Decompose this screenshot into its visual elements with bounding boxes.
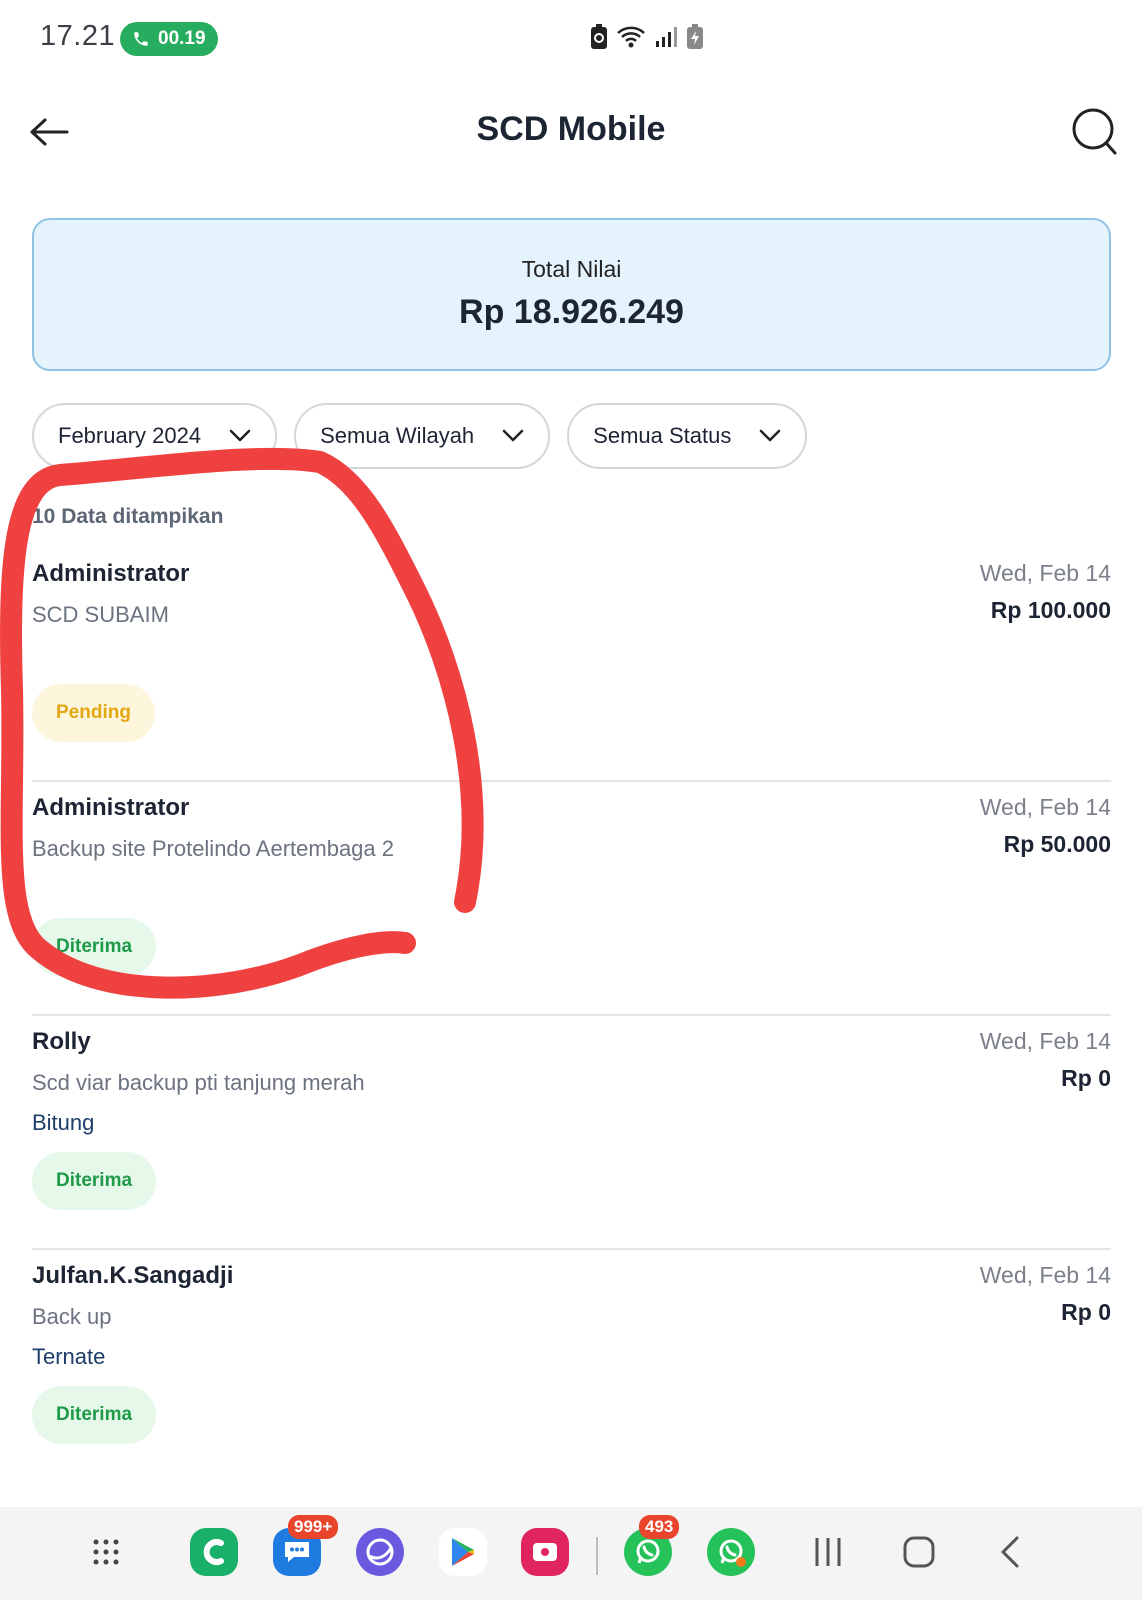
list-item[interactable]: Rolly Scd viar backup pti tanjung merah … bbox=[32, 1016, 1111, 1250]
transaction-list: Administrator SCD SUBAIM Wed, Feb 14 Rp … bbox=[32, 548, 1111, 1484]
list-item[interactable]: Administrator SCD SUBAIM Wed, Feb 14 Rp … bbox=[32, 548, 1111, 782]
status-badge: Pending bbox=[32, 684, 155, 742]
status-badge: Diterima bbox=[32, 918, 157, 976]
internet-browser-icon[interactable] bbox=[355, 1527, 405, 1577]
total-value-card: Total Nilai Rp 18.926.249 bbox=[32, 218, 1111, 371]
total-label: Total Nilai bbox=[521, 256, 622, 282]
result-count: 10 Data ditampikan bbox=[32, 505, 224, 528]
list-item[interactable]: Julfan.K.Sangadji Back up Ternate Wed, F… bbox=[32, 1250, 1111, 1484]
whatsapp-business-icon[interactable] bbox=[706, 1527, 756, 1577]
item-name: Administrator bbox=[32, 560, 190, 587]
item-date: Wed, Feb 14 bbox=[979, 1028, 1111, 1054]
item-date: Wed, Feb 14 bbox=[979, 794, 1111, 820]
chevron-down-icon bbox=[759, 429, 781, 443]
item-amount: Rp 100.000 bbox=[990, 597, 1111, 623]
item-amount: Rp 50.000 bbox=[1003, 831, 1111, 857]
item-description: Back up bbox=[32, 1304, 112, 1329]
messages-icon[interactable]: 999+ bbox=[272, 1515, 339, 1577]
battery-saver-icon bbox=[590, 24, 608, 50]
item-date: Wed, Feb 14 bbox=[979, 1262, 1111, 1288]
item-description: SCD SUBAIM bbox=[32, 602, 169, 627]
screen-recorder-icon[interactable] bbox=[520, 1527, 570, 1577]
status-bar: 17.21 00.19 bbox=[0, 0, 1142, 78]
filter-label: Semua Status bbox=[593, 423, 732, 448]
item-amount: Rp 0 bbox=[1061, 1299, 1111, 1325]
wifi-icon bbox=[616, 25, 646, 49]
region-filter-dropdown[interactable]: Semua Wilayah bbox=[294, 403, 551, 469]
status-badge: Diterima bbox=[32, 1386, 157, 1444]
item-region: Ternate bbox=[32, 1344, 106, 1369]
nav-back-button[interactable] bbox=[985, 1527, 1035, 1577]
chevron-down-icon bbox=[229, 429, 251, 443]
phone-icon bbox=[134, 32, 148, 46]
search-button[interactable] bbox=[1070, 106, 1120, 158]
item-description: Scd viar backup pti tanjung merah bbox=[32, 1070, 365, 1095]
search-icon bbox=[1072, 108, 1117, 155]
month-filter-dropdown[interactable]: February 2024 bbox=[32, 403, 278, 469]
signal-icon bbox=[654, 26, 678, 48]
ongoing-call-pill[interactable]: 00.19 bbox=[120, 22, 218, 56]
play-store-icon[interactable] bbox=[438, 1527, 488, 1577]
item-description: Backup site Protelindo Aertembaga 2 bbox=[32, 836, 395, 861]
item-name: Rolly bbox=[32, 1028, 91, 1055]
dock-divider bbox=[596, 1537, 598, 1575]
status-filter-dropdown[interactable]: Semua Status bbox=[567, 403, 808, 469]
recents-button[interactable] bbox=[803, 1527, 853, 1577]
filter-label: Semua Wilayah bbox=[320, 423, 475, 448]
list-item[interactable]: Administrator Backup site Protelindo Aer… bbox=[32, 782, 1111, 1016]
app-drawer-icon[interactable] bbox=[81, 1527, 131, 1577]
filter-bar: February 2024 Semua Wilayah Semua Status bbox=[32, 403, 808, 469]
battery-charging-icon bbox=[686, 24, 704, 50]
home-button[interactable] bbox=[894, 1527, 944, 1577]
status-clock: 17.21 bbox=[40, 20, 116, 52]
notification-badge: 493 bbox=[639, 1515, 680, 1539]
app-bar: SCD Mobile bbox=[0, 96, 1142, 168]
call-app-icon[interactable] bbox=[189, 1527, 239, 1577]
status-icons bbox=[590, 24, 704, 50]
status-badge: Diterima bbox=[32, 1152, 157, 1210]
chevron-down-icon bbox=[502, 429, 524, 443]
navigation-dock: 999+ 493 bbox=[0, 1507, 1142, 1600]
notification-badge: 999+ bbox=[288, 1515, 339, 1539]
item-region: Bitung bbox=[32, 1110, 95, 1135]
item-amount: Rp 0 bbox=[1061, 1065, 1111, 1091]
item-date: Wed, Feb 14 bbox=[979, 560, 1111, 586]
item-name: Administrator bbox=[32, 794, 190, 821]
page-title: SCD Mobile bbox=[476, 110, 666, 148]
total-value: Rp 18.926.249 bbox=[459, 293, 684, 331]
filter-label: February 2024 bbox=[58, 423, 202, 448]
whatsapp-icon[interactable]: 493 bbox=[623, 1515, 680, 1577]
call-timer: 00.19 bbox=[158, 28, 206, 49]
item-name: Julfan.K.Sangadji bbox=[32, 1262, 234, 1289]
